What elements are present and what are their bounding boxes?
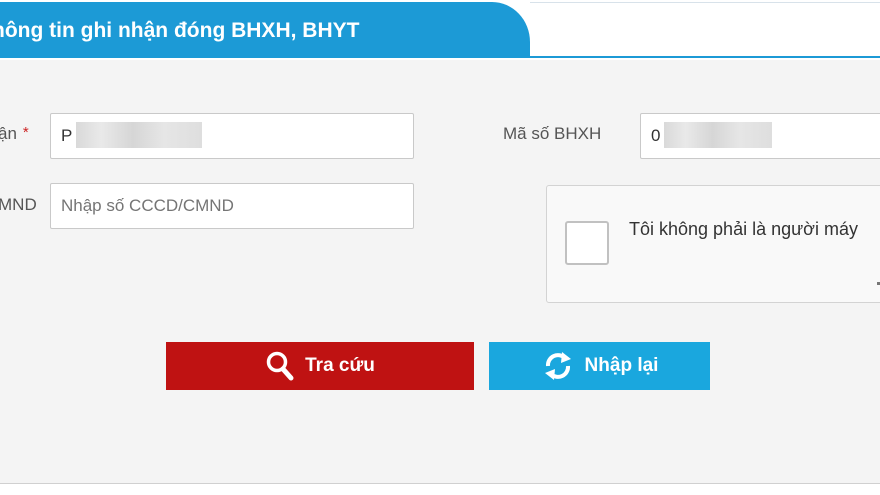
- captcha-label: Tôi không phải là người máy: [629, 219, 858, 239]
- fullname-input[interactable]: P: [50, 113, 414, 159]
- search-button-label: Tra cứu: [305, 355, 375, 376]
- tab-header: hông tin ghi nhận đóng BHXH, BHYT: [0, 2, 880, 58]
- bhxh-value: 0: [651, 126, 661, 145]
- header-divider: [530, 2, 880, 3]
- bhxh-input[interactable]: 0: [640, 113, 880, 159]
- reset-button[interactable]: Nhập lại: [489, 342, 710, 390]
- id-number-label: MND: [0, 195, 37, 214]
- panel-title: hông tin ghi nhận đóng BHXH, BHYT: [0, 19, 360, 42]
- fullname-value: P: [61, 126, 73, 145]
- captcha-checkbox[interactable]: [565, 221, 609, 265]
- search-button[interactable]: Tra cứu: [166, 342, 474, 390]
- panel-tab: hông tin ghi nhận đóng BHXH, BHYT: [0, 2, 530, 58]
- captcha-widget: Tôi không phải là người máy: [546, 185, 880, 303]
- redacted-blur: [76, 121, 203, 148]
- fullname-label: ận *: [0, 124, 29, 144]
- search-icon: [266, 351, 294, 381]
- fullname-label-text: ận: [0, 124, 17, 143]
- lookup-panel: hông tin ghi nhận đóng BHXH, BHYT ận * P …: [0, 2, 880, 484]
- redacted-blur: [664, 121, 773, 148]
- form-area: ận * P Mã số BHXH 0 MND Tôi không phải là…: [0, 60, 880, 484]
- bhxh-label: Mã số BHXH: [503, 124, 602, 143]
- id-number-input[interactable]: [50, 183, 414, 229]
- refresh-icon: [544, 352, 571, 380]
- reset-button-label: Nhập lại: [584, 355, 659, 376]
- required-mark: *: [22, 124, 29, 141]
